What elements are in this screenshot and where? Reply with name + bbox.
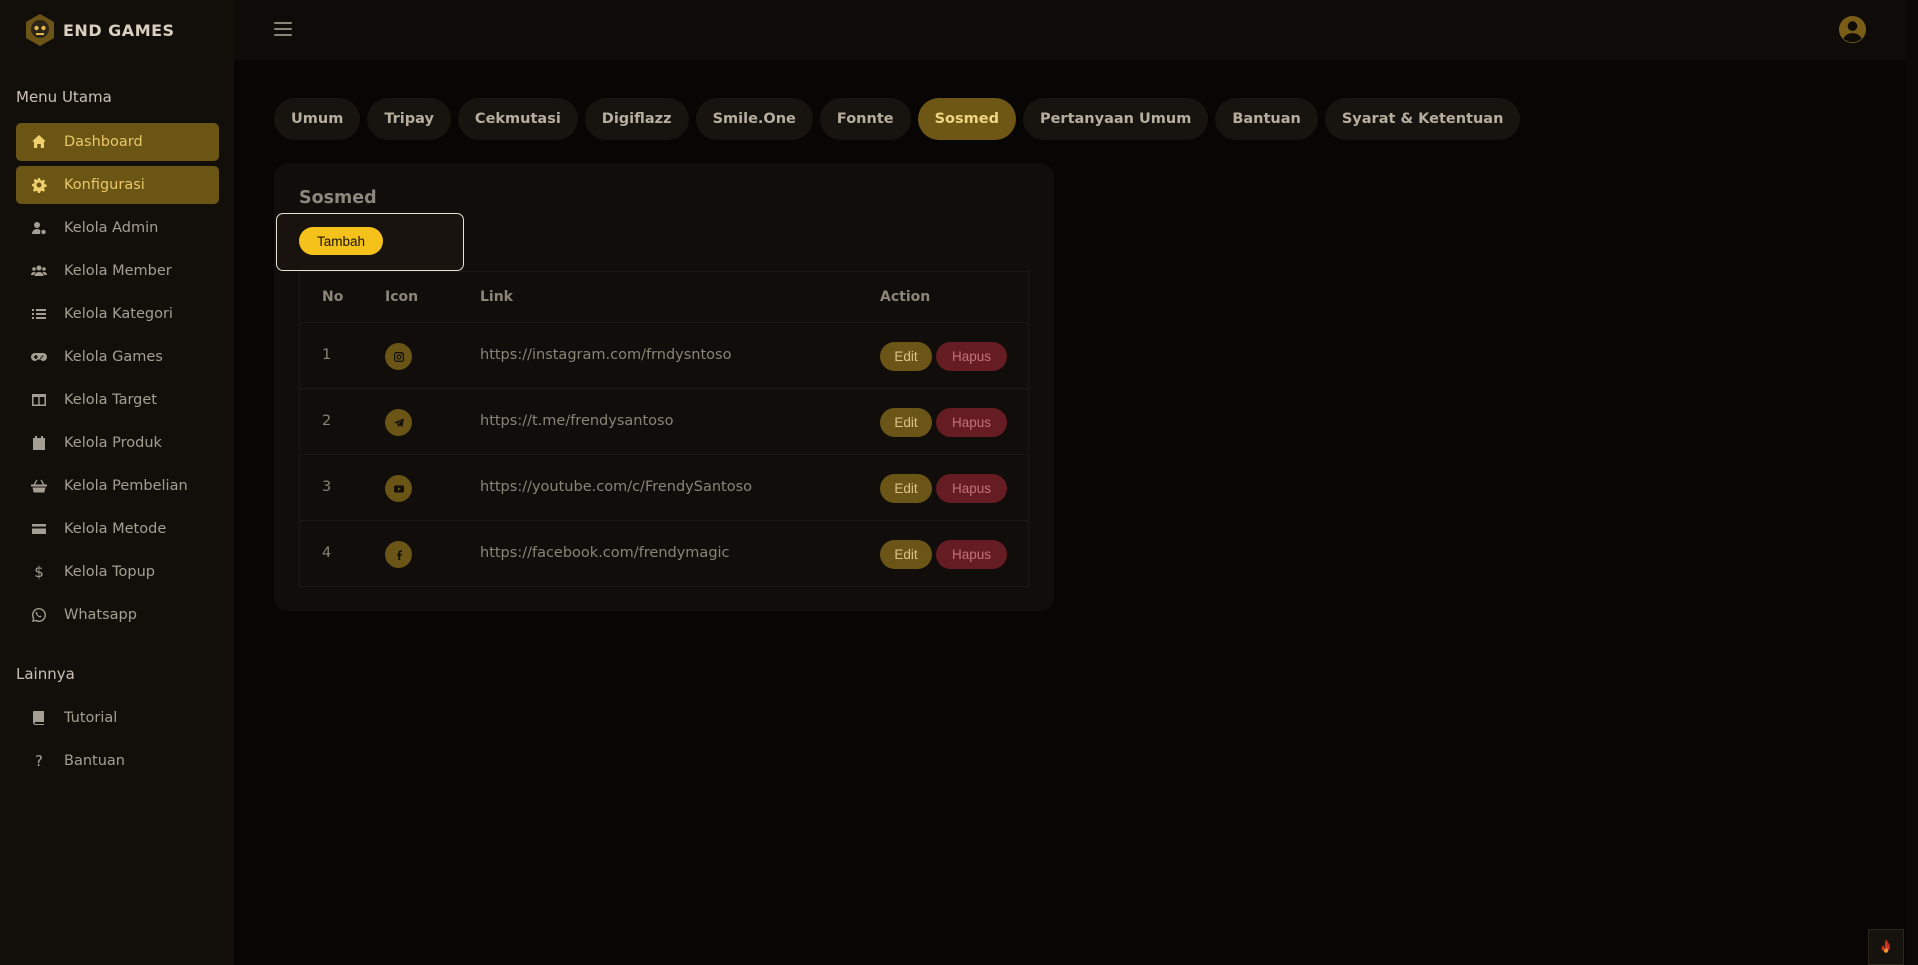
basket-icon <box>30 477 48 495</box>
delete-button[interactable]: Hapus <box>936 540 1007 569</box>
youtube-icon <box>385 475 412 502</box>
tab-umum[interactable]: Umum <box>274 98 361 140</box>
sidebar-item-label: Bantuan <box>64 753 125 769</box>
sidebar-item-label: Kelola Admin <box>64 220 159 236</box>
sidebar-item-kelola-produk[interactable]: Kelola Produk <box>16 424 219 462</box>
row-number: 4 <box>322 545 332 561</box>
sidebar-item-label: Whatsapp <box>64 607 137 623</box>
row-number: 3 <box>322 479 332 495</box>
user-avatar-icon[interactable] <box>1838 15 1867 44</box>
calendar-icon <box>30 434 48 452</box>
section-title-main: Menu Utama <box>16 88 112 106</box>
whatsapp-icon <box>30 606 48 624</box>
edit-button[interactable]: Edit <box>880 540 932 569</box>
users-icon <box>30 262 48 280</box>
column-header-icon: Icon <box>385 289 419 305</box>
sidebar-item-label: Kelola Target <box>64 392 157 408</box>
sidebar: END GAMES Menu Utama Dashboard Konfigura… <box>0 0 234 965</box>
logo-icon <box>26 14 54 46</box>
sidebar-item-kelola-admin[interactable]: Kelola Admin <box>16 209 219 247</box>
social-link[interactable]: https://youtube.com/c/FrendySantoso <box>480 479 752 495</box>
sidebar-item-whatsapp[interactable]: Whatsapp <box>16 596 219 634</box>
sidebar-item-dashboard[interactable]: Dashboard <box>16 123 219 161</box>
sidebar-item-tutorial[interactable]: Tutorial <box>16 699 219 737</box>
list-icon <box>30 305 48 323</box>
facebook-icon <box>385 541 412 568</box>
telegram-icon <box>385 409 412 436</box>
table-header: No Icon Link Action <box>300 272 1028 323</box>
credit-card-icon <box>30 520 48 538</box>
table-row: 2 https://t.me/frendysantoso Edit Hapus <box>300 389 1028 455</box>
edit-button[interactable]: Edit <box>880 474 932 503</box>
table-row: 3 https://youtube.com/c/FrendySantoso Ed… <box>300 455 1028 521</box>
delete-button[interactable]: Hapus <box>936 342 1007 371</box>
section-title-other: Lainnya <box>16 665 75 683</box>
column-header-action: Action <box>880 289 931 305</box>
config-tabs: Umum Tripay Cekmutasi Digiflazz Smile.On… <box>274 98 1521 140</box>
tab-sosmed[interactable]: Sosmed <box>917 98 1016 140</box>
sidebar-item-bantuan[interactable]: ? Bantuan <box>16 742 219 780</box>
add-button[interactable]: Tambah <box>299 227 383 255</box>
sidebar-item-kelola-metode[interactable]: Kelola Metode <box>16 510 219 548</box>
table-row: 4 https://facebook.com/frendymagic Edit … <box>300 521 1028 587</box>
page-scrollbar[interactable] <box>1906 0 1918 965</box>
sidebar-item-konfigurasi[interactable]: Konfigurasi <box>16 166 219 204</box>
brand-name: END GAMES <box>63 20 175 40</box>
book-icon <box>30 709 48 727</box>
social-link[interactable]: https://t.me/frendysantoso <box>480 413 673 429</box>
sidebar-item-label: Kelola Games <box>64 349 163 365</box>
social-link[interactable]: https://instagram.com/frndysntoso <box>480 347 731 363</box>
delete-button[interactable]: Hapus <box>936 408 1007 437</box>
column-header-link: Link <box>480 289 513 305</box>
tab-digiflazz[interactable]: Digiflazz <box>584 98 689 140</box>
sosmed-card: Sosmed Tambah No Icon Link Action 1 http… <box>274 163 1054 611</box>
topbar <box>234 0 1918 60</box>
tab-tripay[interactable]: Tripay <box>367 98 451 140</box>
tab-syarat-ketentuan[interactable]: Syarat & Ketentuan <box>1324 98 1521 140</box>
delete-button[interactable]: Hapus <box>936 474 1007 503</box>
tab-fonnte[interactable]: Fonnte <box>819 98 911 140</box>
sidebar-item-label: Kelola Produk <box>64 435 162 451</box>
row-number: 1 <box>322 347 332 363</box>
edit-button[interactable]: Edit <box>880 342 932 371</box>
tab-bantuan[interactable]: Bantuan <box>1215 98 1318 140</box>
sidebar-item-kelola-topup[interactable]: $ Kelola Topup <box>16 553 219 591</box>
card-title: Sosmed <box>299 188 377 208</box>
tab-smile-one[interactable]: Smile.One <box>695 98 813 140</box>
home-icon <box>30 133 48 151</box>
sidebar-item-kelola-games[interactable]: Kelola Games <box>16 338 219 376</box>
sidebar-item-label: Tutorial <box>64 710 118 726</box>
sidebar-item-label: Konfigurasi <box>64 177 145 193</box>
sidebar-item-kelola-member[interactable]: Kelola Member <box>16 252 219 290</box>
question-icon: ? <box>35 752 43 770</box>
row-number: 2 <box>322 413 332 429</box>
instagram-icon <box>385 343 412 370</box>
sosmed-table: No Icon Link Action 1 https://instagram.… <box>299 271 1029 587</box>
sidebar-item-label: Kelola Topup <box>64 564 155 580</box>
hamburger-menu-icon[interactable] <box>274 22 292 36</box>
table-row: 1 https://instagram.com/frndysntoso Edit… <box>300 323 1028 389</box>
sidebar-item-kelola-kategori[interactable]: Kelola Kategori <box>16 295 219 333</box>
table-icon <box>30 391 48 409</box>
gamepad-icon <box>30 348 48 366</box>
sidebar-item-kelola-pembelian[interactable]: Kelola Pembelian <box>16 467 219 505</box>
tab-pertanyaan-umum[interactable]: Pertanyaan Umum <box>1022 98 1209 140</box>
sidebar-item-label: Dashboard <box>64 134 143 150</box>
sidebar-item-kelola-target[interactable]: Kelola Target <box>16 381 219 419</box>
brand[interactable]: END GAMES <box>23 13 175 47</box>
sidebar-item-label: Kelola Metode <box>64 521 167 537</box>
social-link[interactable]: https://facebook.com/frendymagic <box>480 545 730 561</box>
dollar-icon: $ <box>34 563 44 581</box>
edit-button[interactable]: Edit <box>880 408 932 437</box>
main-content: Umum Tripay Cekmutasi Digiflazz Smile.On… <box>234 60 1918 965</box>
gear-icon <box>30 176 48 194</box>
sidebar-item-label: Kelola Member <box>64 263 172 279</box>
tab-cekmutasi[interactable]: Cekmutasi <box>457 98 578 140</box>
sidebar-item-label: Kelola Pembelian <box>64 478 188 494</box>
flame-icon <box>1881 939 1890 953</box>
user-gear-icon <box>30 219 48 237</box>
sidebar-item-label: Kelola Kategori <box>64 306 173 322</box>
column-header-no: No <box>322 289 344 305</box>
debug-toolbar-toggle[interactable] <box>1868 929 1904 965</box>
